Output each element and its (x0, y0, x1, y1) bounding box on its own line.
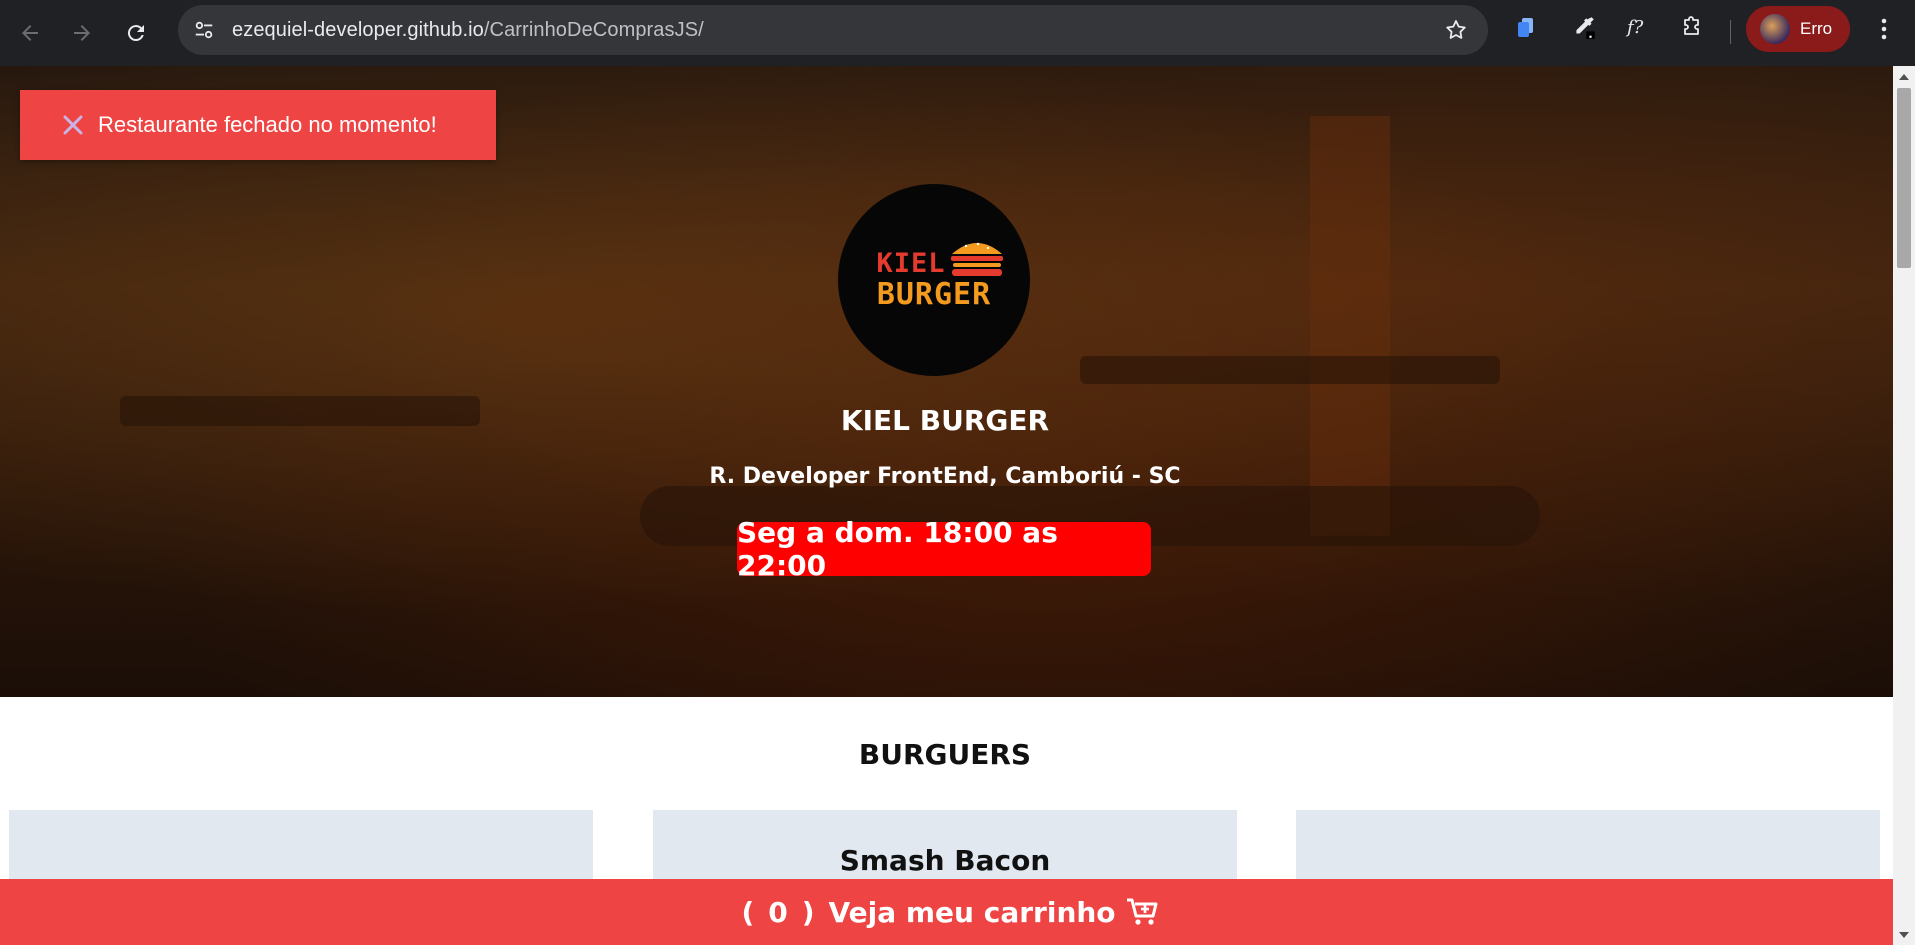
close-x-icon (63, 115, 83, 135)
copy-extension-icon (1518, 18, 1533, 37)
cart-label: Veja meu carrinho (828, 895, 1116, 929)
cart-open-paren: ( (741, 895, 755, 929)
page-scrollbar[interactable] (1893, 66, 1915, 945)
hero-banner: KIEL BURGER KIEL BURGER R. Developer Fro… (0, 66, 1893, 697)
star-icon[interactable] (1444, 18, 1468, 42)
extensions-button[interactable] (1678, 13, 1706, 41)
reload-button[interactable] (116, 13, 156, 53)
formula-extension-icon: f? (1625, 17, 1644, 38)
toolbar-separator (1730, 20, 1731, 44)
site-info-icon (195, 21, 213, 39)
menu-section-title: BURGUERS (858, 738, 1032, 771)
site-info-button[interactable] (188, 14, 220, 46)
restaurant-address: R. Developer FrontEnd, Camboriú - SC (709, 464, 1181, 489)
eyedropper-extension-button[interactable] (1570, 13, 1598, 41)
restaurant-logo: KIEL BURGER (838, 184, 1030, 376)
cart-plus-icon (1126, 898, 1158, 925)
svg-text:f?: f? (1625, 17, 1644, 38)
restaurant-name: KIEL BURGER (840, 404, 1050, 437)
url-host: ezequiel-developer.github.io (232, 18, 484, 41)
scroll-down-arrow[interactable] (1899, 932, 1909, 938)
browser-toolbar: ezequiel-developer.github.io/CarrinhoDeC… (0, 0, 1915, 66)
forward-button[interactable] (62, 13, 102, 53)
product-title: Smash Bacon (839, 844, 1051, 877)
back-icon (22, 25, 38, 41)
scroll-up-arrow[interactable] (1899, 74, 1909, 80)
scroll-thumb[interactable] (1897, 88, 1911, 268)
view-cart-button[interactable]: ( 0 ) Veja meu carrinho (0, 879, 1893, 945)
formula-extension-button[interactable]: f? (1624, 13, 1652, 41)
toast-message: Restaurante fechado no momento! (98, 112, 437, 137)
reload-icon (127, 25, 144, 42)
menu-dots-icon[interactable] (1872, 14, 1896, 44)
address-bar[interactable]: ezequiel-developer.github.io/CarrinhoDeC… (178, 5, 1488, 55)
burger-icon (951, 242, 1003, 276)
cart-close-paren: ) (801, 895, 815, 929)
avatar (1760, 14, 1790, 44)
profile-label: Erro (1800, 19, 1833, 38)
closed-notification-toast[interactable]: Restaurante fechado no momento! (20, 90, 496, 160)
hero-overlay (0, 66, 1893, 697)
page-viewport: KIEL BURGER KIEL BURGER R. Developer Fro… (0, 66, 1893, 945)
url-path: /CarrinhoDeComprasJS/ (483, 18, 704, 41)
logo-text-line2: BURGER (876, 277, 992, 312)
profile-button[interactable]: Erro (1746, 6, 1850, 52)
url-text[interactable]: ezequiel-developer.github.io/CarrinhoDeC… (232, 19, 704, 42)
cart-count: 0 (768, 895, 788, 929)
copy-extension-button[interactable] (1512, 13, 1540, 41)
logo-text-line1: KIEL (876, 248, 946, 279)
extensions-puzzle-icon (1684, 16, 1699, 35)
back-button[interactable] (10, 13, 50, 53)
eyedropper-icon (1576, 17, 1595, 39)
opening-hours-badge: Seg a dom. 18:00 as 22:00 (737, 516, 1151, 582)
forward-icon (74, 25, 90, 41)
